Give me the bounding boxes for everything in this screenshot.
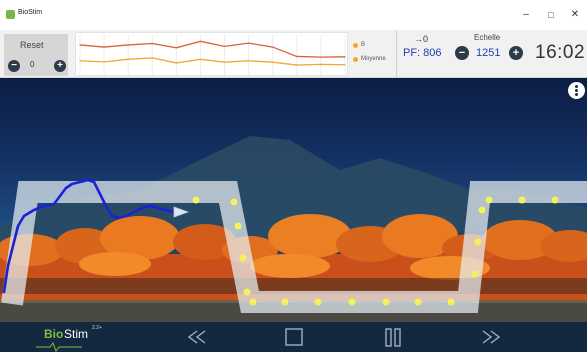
scale-label: Echelle bbox=[474, 33, 501, 42]
chart-point bbox=[320, 63, 322, 65]
chart-point bbox=[344, 56, 346, 58]
logo-bio-text: Bio bbox=[44, 327, 64, 341]
arrow-readout: →0 bbox=[414, 34, 429, 44]
panel-divider bbox=[396, 30, 397, 78]
rewind-icon[interactable] bbox=[184, 322, 210, 352]
chart-point bbox=[79, 60, 81, 62]
legend-item: Moyenne bbox=[351, 54, 395, 68]
logo-stim-text: Stim bbox=[64, 327, 88, 341]
legend-item: B bbox=[351, 40, 395, 54]
chart-point bbox=[151, 57, 153, 59]
chart-point bbox=[175, 62, 177, 64]
control-bar: Bio Stim 2.2+ bbox=[0, 322, 587, 352]
legend-marker bbox=[353, 43, 358, 48]
chart-point bbox=[79, 44, 81, 46]
vertical-dots-icon bbox=[575, 93, 578, 96]
game-canvas bbox=[0, 136, 587, 322]
chart-point bbox=[248, 42, 250, 44]
pause-icon[interactable] bbox=[382, 322, 404, 352]
chart-point bbox=[127, 44, 129, 46]
chart-point bbox=[175, 47, 177, 49]
legend-marker bbox=[353, 57, 358, 62]
logo-version: 2.2+ bbox=[92, 325, 102, 331]
pf-readout: PF: 806 bbox=[403, 47, 442, 59]
chart-point bbox=[199, 40, 202, 42]
vertical-dots-icon bbox=[575, 89, 578, 92]
game-scene bbox=[0, 78, 587, 322]
chart-point bbox=[223, 61, 226, 63]
chart-series-line-1 bbox=[79, 57, 346, 66]
chart-point bbox=[296, 55, 298, 58]
chart-point bbox=[248, 60, 250, 62]
minimize-button[interactable]: – bbox=[514, 6, 538, 24]
chart-point bbox=[103, 46, 105, 48]
clock: 16:02 bbox=[535, 42, 586, 63]
logo-wave-icon bbox=[36, 342, 82, 352]
scale-value: 1251 bbox=[476, 47, 501, 59]
stop-icon[interactable] bbox=[283, 322, 305, 352]
chart-point bbox=[296, 64, 298, 66]
title-bar: BioStim – □ ✕ bbox=[0, 0, 587, 30]
signal-chart bbox=[75, 32, 348, 76]
app-icon bbox=[6, 10, 15, 19]
chart-point bbox=[272, 61, 274, 63]
reset-value: 0 bbox=[30, 60, 35, 69]
legend-label: B bbox=[361, 42, 366, 48]
chart-point bbox=[223, 45, 226, 47]
options-menu-button[interactable] bbox=[568, 82, 585, 99]
window-title: BioStim bbox=[18, 9, 43, 16]
chart-point bbox=[344, 64, 346, 66]
chart-point bbox=[127, 58, 129, 60]
scale-decrease-button[interactable]: − bbox=[455, 46, 469, 60]
fast-forward-icon[interactable] bbox=[478, 322, 504, 352]
chart-legend: B Moyenne bbox=[351, 40, 395, 68]
chart-point bbox=[103, 61, 105, 63]
chart-point bbox=[199, 58, 202, 60]
reset-increase-button[interactable]: + bbox=[54, 60, 66, 72]
chart-series-line-0 bbox=[79, 40, 346, 58]
maximize-button[interactable]: □ bbox=[539, 6, 563, 24]
chart-point bbox=[320, 56, 322, 58]
signal-chart-plot bbox=[79, 35, 346, 75]
legend-label: Moyenne bbox=[361, 56, 386, 62]
chart-point bbox=[272, 46, 274, 48]
reset-decrease-button[interactable]: − bbox=[8, 60, 20, 72]
top-panel: Reset − 0 + B Moyenne →0 PF: 806 Echelle… bbox=[0, 30, 587, 78]
vertical-dots-icon bbox=[575, 85, 578, 88]
close-button[interactable]: ✕ bbox=[563, 6, 587, 24]
reset-label: Reset bbox=[20, 40, 44, 50]
chart-point bbox=[151, 42, 153, 45]
reset-panel: Reset − 0 + bbox=[4, 34, 68, 76]
scale-increase-button[interactable]: + bbox=[509, 46, 523, 60]
